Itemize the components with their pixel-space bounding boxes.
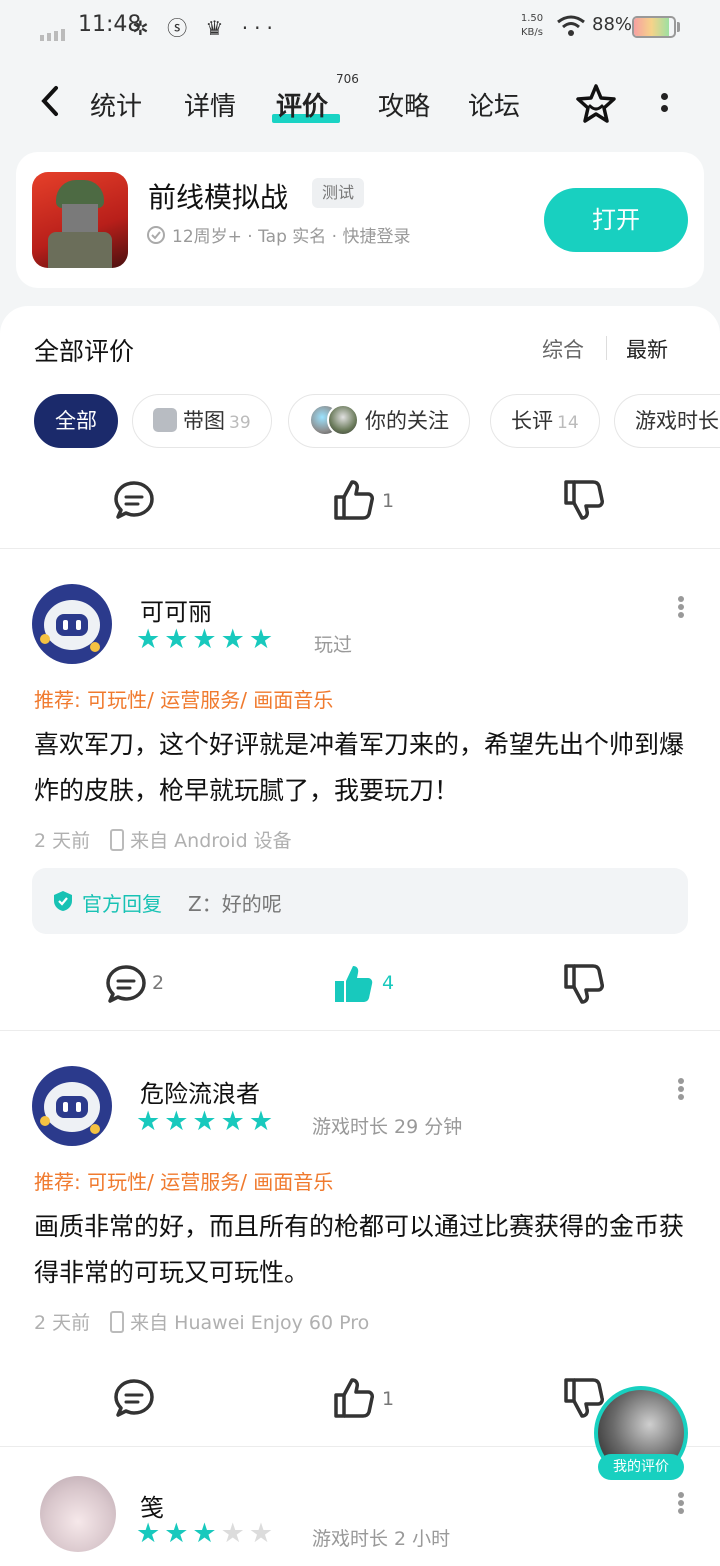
more-options-icon[interactable] <box>654 88 674 122</box>
star-rating: ★★★★★ <box>136 1106 278 1137</box>
signal-icon <box>40 22 68 41</box>
more-options-icon[interactable] <box>676 1490 686 1516</box>
username[interactable]: 危险流浪者 <box>140 1074 260 1109</box>
playtime: 游戏时长 2 小时 <box>312 1528 451 1550</box>
tab-stats[interactable]: 统计 <box>90 86 142 123</box>
like-count: 4 <box>382 972 395 994</box>
battery-percent: 88% <box>592 14 633 35</box>
sort-comprehensive[interactable]: 综合 <box>542 334 584 364</box>
filter-following[interactable]: 你的关注 <box>288 394 470 448</box>
wifi-icon <box>557 15 585 36</box>
thumbs-up-icon[interactable] <box>332 1376 376 1420</box>
open-game-button[interactable]: 打开 <box>544 188 688 252</box>
game-icon[interactable] <box>32 172 128 268</box>
review-content: 喜欢军刀，这个好评就是冲着军刀来的，希望先出个帅到爆炸的皮肤，枪早就玩腻了，我要… <box>34 730 685 805</box>
battery-tip <box>677 22 680 32</box>
avatar[interactable] <box>32 584 112 664</box>
sort-latest[interactable]: 最新 <box>626 334 668 364</box>
official-reply-text: Z：好的呢 <box>188 892 282 916</box>
avatar <box>327 404 359 436</box>
star-rating: ★★★★★ <box>136 624 278 655</box>
filter-all[interactable]: 全部 <box>34 394 118 448</box>
shield-check-icon <box>54 891 72 911</box>
avatar[interactable] <box>40 1476 116 1552</box>
all-reviews-title: 全部评价 <box>34 337 135 366</box>
recommend-tags: 推荐: 可玩性/ 运营服务/ 画面音乐 <box>34 688 334 712</box>
back-button[interactable] <box>38 84 62 127</box>
game-meta: 12周岁+ · Tap 实名 · 快捷登录 <box>146 222 410 247</box>
playtime: 游戏时长 29 分钟 <box>312 1116 463 1138</box>
username[interactable]: 可可丽 <box>140 592 212 627</box>
tab-forum[interactable]: 论坛 <box>468 86 520 123</box>
favorite-star-icon[interactable] <box>574 82 618 126</box>
review-meta: 2 天前 来自 Huawei Enjoy 60 Pro <box>34 1310 370 1334</box>
phone-icon <box>110 828 125 851</box>
tab-details[interactable]: 详情 <box>184 86 236 123</box>
like-count: 1 <box>382 1388 395 1410</box>
status-bar: 11:48 ✲ ⓢ ♛ ··· 1.50 KB/s 88% <box>0 0 720 58</box>
filter-playtime[interactable]: 游戏时长 <box>614 394 720 448</box>
filter-long-review[interactable]: 长评 14 <box>490 394 600 448</box>
divider <box>0 1030 720 1031</box>
tab-guides[interactable]: 攻略 <box>378 86 430 123</box>
battery-icon <box>632 16 676 38</box>
status-notification-icons: ✲ ⓢ ♛ ··· <box>132 16 279 40</box>
image-icon <box>153 408 177 432</box>
official-reply-label: 官方回复 <box>82 892 162 916</box>
divider <box>0 548 720 549</box>
network-speed: 1.50 KB/s <box>520 13 544 38</box>
tab-reviews[interactable]: 评价 <box>276 86 328 123</box>
phone-icon <box>110 1310 125 1333</box>
my-review-label[interactable]: 我的评价 <box>598 1454 684 1480</box>
thumbs-down-icon[interactable] <box>562 478 606 522</box>
more-options-icon[interactable] <box>676 1076 686 1102</box>
thumbs-down-icon[interactable] <box>562 962 606 1006</box>
comment-icon[interactable] <box>112 1376 156 1420</box>
recommend-tags: 推荐: 可玩性/ 运营服务/ 画面音乐 <box>34 1170 334 1194</box>
game-title: 前线模拟战 <box>148 181 289 214</box>
filter-with-images[interactable]: 带图 39 <box>132 394 272 448</box>
like-count: 1 <box>382 490 395 512</box>
comment-count: 2 <box>152 972 165 994</box>
comment-icon[interactable] <box>104 962 148 1006</box>
avatar[interactable] <box>32 1066 112 1146</box>
check-circle-icon <box>147 226 165 244</box>
chevron-left-icon <box>41 86 58 116</box>
sort-divider <box>606 336 607 360</box>
review-count-badge: 706 <box>336 72 359 86</box>
more-options-icon[interactable] <box>676 594 686 620</box>
star-rating: ★★★★★ <box>136 1518 278 1549</box>
comment-icon[interactable] <box>112 478 156 522</box>
review-content: 画质非常的好，而且所有的枪都可以通过比赛获得的金币获得非常的可玩又可玩性。 <box>34 1212 685 1287</box>
thumbs-up-icon[interactable] <box>332 478 376 522</box>
thumbs-up-filled-icon[interactable] <box>332 962 376 1006</box>
played-status: 玩过 <box>314 634 353 656</box>
test-badge: 测试 <box>312 178 365 208</box>
review-meta: 2 天前 来自 Android 设备 <box>34 828 292 852</box>
